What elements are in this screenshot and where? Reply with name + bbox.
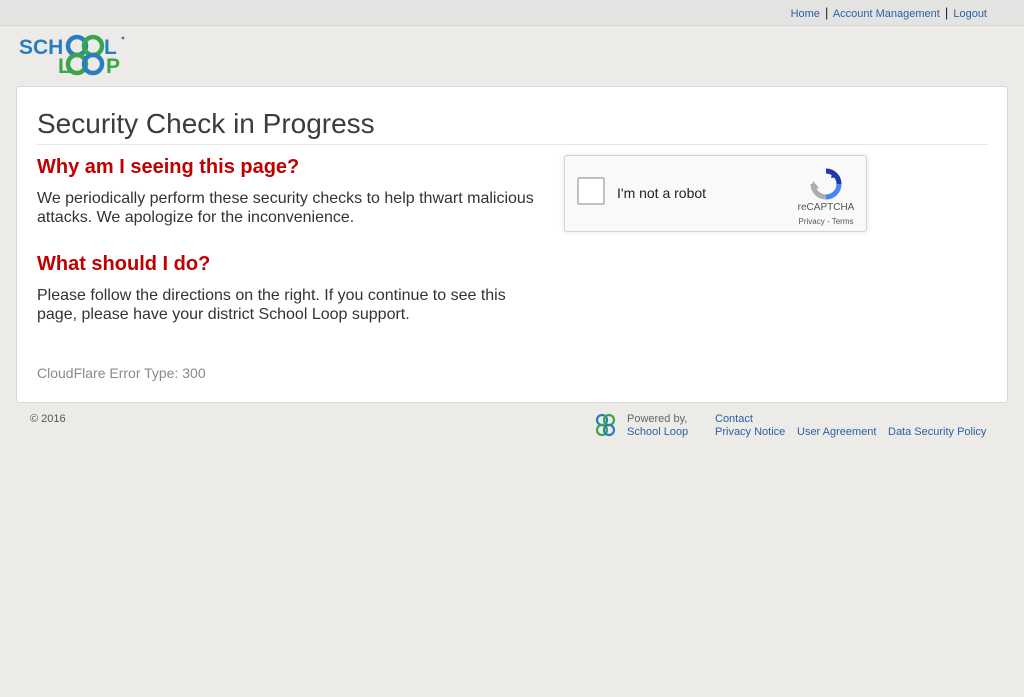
recaptcha-brand: reCAPTCHA bbox=[797, 202, 855, 213]
powered-by: Powered by, School Loop bbox=[627, 413, 688, 439]
account-management-link[interactable]: Account Management bbox=[833, 8, 940, 20]
school-loop-small-icon bbox=[595, 413, 616, 437]
contact-link[interactable]: Contact bbox=[715, 413, 753, 426]
recaptcha-label: I'm not a robot bbox=[617, 185, 707, 201]
logo-text-l2: L bbox=[58, 55, 71, 78]
data-security-policy-link[interactable]: Data Security Policy bbox=[888, 426, 986, 439]
why-text: We periodically perform these security c… bbox=[37, 190, 534, 226]
school-loop-link[interactable]: School Loop bbox=[627, 426, 688, 438]
logo-text-school: SCH bbox=[19, 36, 63, 59]
recaptcha-checkbox[interactable] bbox=[577, 177, 605, 205]
recaptcha-icon bbox=[810, 168, 842, 200]
top-bar: Home | Account Management | Logout bbox=[0, 0, 1024, 26]
what-text: Please follow the directions on the righ… bbox=[37, 287, 506, 323]
home-link[interactable]: Home bbox=[791, 8, 820, 20]
what-heading: What should I do? bbox=[37, 253, 211, 275]
recaptcha-widget: I'm not a robot reCAPTCHA Privacy - Term… bbox=[564, 155, 867, 232]
nav-separator: | bbox=[944, 5, 949, 20]
copyright: © 2016 bbox=[30, 413, 66, 425]
recaptcha-privacy-terms[interactable]: Privacy - Terms bbox=[787, 217, 865, 226]
user-agreement-link[interactable]: User Agreement bbox=[797, 426, 876, 439]
top-nav: Home | Account Management | Logout bbox=[791, 6, 987, 21]
powered-by-label: Powered by, bbox=[627, 413, 688, 425]
nav-separator: | bbox=[824, 5, 829, 20]
logout-link[interactable]: Logout bbox=[953, 8, 987, 20]
logo-text-p: P bbox=[106, 55, 120, 78]
main-panel: Security Check in Progress Why am I seei… bbox=[16, 86, 1008, 403]
error-type: CloudFlare Error Type: 300 bbox=[37, 365, 206, 381]
privacy-notice-link[interactable]: Privacy Notice bbox=[715, 426, 785, 439]
page-title: Security Check in Progress bbox=[37, 108, 375, 139]
why-heading: Why am I seeing this page? bbox=[37, 156, 300, 178]
school-loop-logo[interactable]: SCH L L P bbox=[19, 34, 127, 78]
title-divider bbox=[37, 144, 988, 145]
